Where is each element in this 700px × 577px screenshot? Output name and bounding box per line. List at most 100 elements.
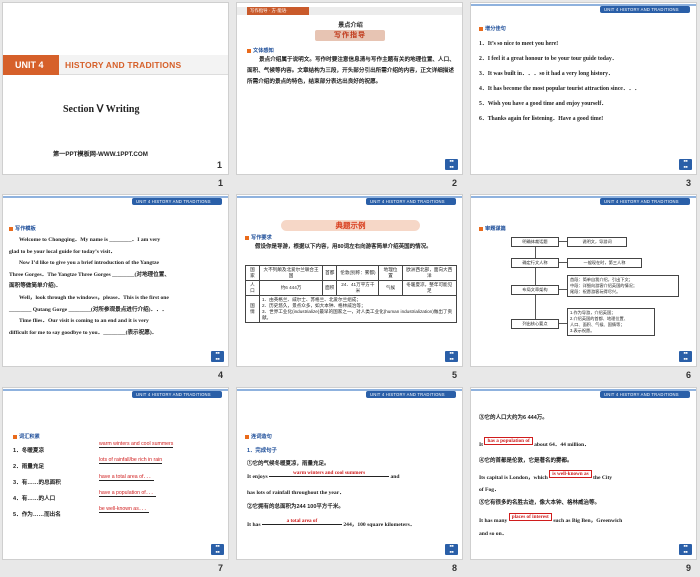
task-intro: 假设你是导游，根据以下内容，用80词左右向游客简单介绍英国的情况。 [255, 244, 432, 250]
book-icon[interactable]: ■■ ■■ [445, 544, 458, 555]
template-text: Welcome to Chongqing．My name is ________… [9, 235, 225, 339]
book-icon[interactable]: ■■ ■■ [211, 351, 224, 362]
example-banner: 典题示例 [281, 220, 420, 231]
slide-2[interactable]: 写作指导 · 方·能语· 景点介绍 写作指导 文体感知 景点介绍属于说明文。写作… [236, 2, 463, 175]
table-cell: 冬暖夏凉，整年可能见足 [401, 280, 458, 296]
text-line: Time flies．Our visit is coming to an end… [19, 318, 149, 325]
table-cell: 面积 [322, 280, 338, 296]
body-paragraph: 景点介绍属于说明文。写作时要注意信息清与写作主题有关的地理位置、人口、面积、气候… [247, 57, 455, 85]
vocab-item: 5．作为……而出名 be well-known as．．． [13, 506, 225, 526]
slide-6[interactable]: UNIT 4 HISTORY AND TRADITIONS 审题谋篇 明确体裁话… [470, 194, 697, 367]
text-line: Well，look through the windows，please．Thi… [19, 294, 169, 301]
table-row: 人口 约6 444万 面积 24．41万平方千米 气候 冬暖夏凉，整年可能见足 [245, 280, 458, 296]
list-item: 3．It was built in．．．so it had a very lon… [479, 71, 614, 77]
sentence-part: the City [593, 475, 613, 481]
slide-number-4: 4 [218, 370, 224, 380]
header-bar: UNIT 4 HISTORY AND TRADITIONS [132, 391, 222, 398]
phrase-list: 1．It’s so nice to meet you here! 2．I fee… [479, 37, 691, 127]
section-label: 审题谋篇 [479, 225, 506, 232]
sentence-cn: ③它的人口大约为6 444万。 [479, 415, 548, 421]
flow-step: 布局文章架构 [511, 285, 559, 295]
section-label: 增分佳句 [479, 25, 506, 32]
section-title: Section Ⅴ Writing [63, 104, 140, 115]
slide-number-7: 7 [218, 563, 224, 573]
slide-3[interactable]: UNIT 4 HISTORY AND TRADITIONS 增分佳句 1．It’… [470, 2, 697, 175]
book-icon[interactable]: ■■ ■■ [445, 351, 458, 362]
table-row: 国家 大不列颠及北爱尔兰联合王国 首都 伦敦(别称：雾都) 地理位置 欧洲西北部… [245, 265, 458, 281]
slide-5[interactable]: UNIT 4 HISTORY AND TRADITIONS 典题示例 写作要求 … [236, 194, 463, 367]
header-bar: UNIT 4 HISTORY AND TRADITIONS [366, 391, 456, 398]
book-icon[interactable]: ■■ ■■ [211, 544, 224, 555]
slide-1[interactable]: UNIT 4 HISTORY AND TRADITIONS Section Ⅴ … [2, 2, 229, 175]
table-cell: 首都 [322, 265, 338, 281]
sentence-part: Its capital is London，which [479, 475, 548, 481]
section-label: 连词造句 [245, 433, 272, 440]
sentence-part: It [479, 442, 484, 448]
table-cell: 伦敦(别称：雾都) [336, 265, 380, 281]
slide-7[interactable]: UNIT 4 HISTORY AND TRADITIONS 词汇积累 1．冬暖夏… [2, 387, 229, 560]
sentence-en: It has a population of about 64．44 milli… [479, 437, 691, 448]
vocab-list: 1．冬暖夏凉 warm winters and cool summers 2．雨… [13, 441, 225, 526]
flow-arrow [559, 262, 567, 263]
section-label-text: 写作要求 [251, 235, 272, 241]
flow-step: 列出核心要点 [511, 319, 559, 329]
book-icon[interactable]: ■■ ■■ [445, 159, 458, 170]
flow-arrow [559, 241, 567, 242]
footer-text: 第一PPT模板网-WWW.1PPT.COM [53, 151, 148, 158]
text-line: Three Gorges．The Yangtze Three Gorges __… [9, 271, 170, 278]
lesson-subheading: 写作指导 [315, 30, 385, 41]
book-icon[interactable]: ■■ ■■ [679, 351, 692, 362]
sentence-part: about 64．44 million． [534, 442, 590, 448]
table-cell: 欧洲西北部，面向大西洋 [401, 265, 458, 281]
bullet-icon [247, 48, 251, 53]
vocab-answer: lots of rainfall/be rich in rain [99, 457, 163, 464]
slide-number-3: 3 [686, 178, 692, 188]
section-label-text: 文体感知 [253, 48, 274, 54]
sentence-part: It enjoys [247, 474, 268, 480]
table-cell: 大不列颠及北爱尔兰联合王国 [258, 265, 324, 281]
flow-detail: 说明文，导游词 [567, 237, 627, 247]
list-item: 4．It has become the most popular tourist… [479, 86, 641, 92]
book-icon[interactable]: ■■ ■■ [679, 544, 692, 555]
slide-4[interactable]: UNIT 4 HISTORY AND TRADITIONS 写作模板 Welco… [2, 194, 229, 367]
slide-8[interactable]: UNIT 4 HISTORY AND TRADITIONS 连词造句 1．完成句… [236, 387, 463, 560]
book-icon[interactable]: ■■ ■■ [679, 159, 692, 170]
section-label-text: 审题谋篇 [485, 226, 506, 232]
sentence-part: It has many [479, 518, 508, 524]
header-bar: UNIT 4 HISTORY AND TRADITIONS [600, 198, 690, 205]
sentence-cn: ④它的首都是伦敦，它是著名的雾都。 [479, 458, 573, 464]
table-cell: 国家 [245, 265, 260, 281]
vocab-answer: be well-known as．．． [99, 506, 150, 513]
flow-detail: 1.作为导游，介绍英国； 2.介绍英国的首都、地理位置、 人口、面积、气候、国情… [567, 308, 655, 336]
text-line: 面积等做简单介绍)． [9, 283, 62, 290]
slide-number-5: 5 [452, 370, 458, 380]
header-bar: UNIT 4 HISTORY AND TRADITIONS [600, 391, 690, 398]
sentence-cn: ⑤它有很多的名胜古迹，像大本钟、格林威治等。 [479, 500, 601, 506]
lesson-heading: 景点介绍 [338, 22, 363, 29]
sentence-part: 244，100 square kilometers． [343, 522, 416, 528]
table-cell: 24．41万平方千米 [336, 280, 380, 296]
sentence-en: It has many places of interest such as B… [479, 513, 691, 524]
table-cell: 人口 [245, 280, 260, 296]
vocab-cn: 5．作为……而出名 [13, 512, 61, 518]
sentence-cn: ②它拥有的总面积为244 100平方千米。 [247, 504, 344, 510]
flow-arrow [559, 289, 567, 290]
slide-9[interactable]: UNIT 4 HISTORY AND TRADITIONS ③它的人口大约为6 … [470, 387, 697, 560]
answer-box: is well-known as [549, 470, 592, 478]
bullet-icon [479, 226, 483, 231]
sentence-en: has lots of rainfall throughout the year… [247, 490, 345, 496]
text-line: Now I’d like to give you a brief introdu… [19, 260, 159, 267]
sentence-en: and so on． [479, 531, 508, 537]
slide-grid: UNIT 4 HISTORY AND TRADITIONS Section Ⅴ … [0, 0, 700, 577]
flow-detail: 首段：简单自我介绍，引出下文； 中段：详细向游客介绍英国的情况； 尾段：祝愿游客… [567, 275, 679, 297]
info-table: 国家 大不列颠及北爱尔兰联合王国 首都 伦敦(别称：雾都) 地理位置 欧洲西北部… [245, 265, 458, 323]
header-bar: UNIT 4 HISTORY AND TRADITIONS [132, 198, 222, 205]
sentence-part: It has [247, 522, 261, 528]
section-label-text: 词汇积累 [19, 434, 40, 440]
vocab-cn: 2．雨量充足 [13, 464, 45, 470]
flow-step: 确定行文人称 [511, 258, 559, 268]
bullet-icon [245, 235, 249, 240]
section-label: 写作要求 [245, 234, 272, 241]
list-item: 5．Wish you have a good time and enjoy yo… [479, 101, 608, 107]
slide-number-8: 8 [452, 563, 458, 573]
